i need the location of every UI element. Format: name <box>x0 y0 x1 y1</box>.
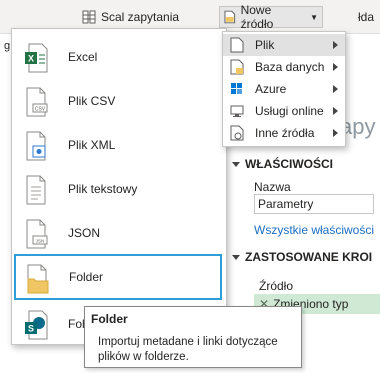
json-file-icon: JSN <box>26 219 48 249</box>
chevron-right-icon <box>333 85 338 93</box>
excel-icon: X <box>25 43 48 73</box>
file-icon <box>230 37 244 53</box>
query-name-input[interactable] <box>254 194 374 214</box>
database-icon <box>230 59 244 75</box>
submenu-item-database[interactable]: Baza danych <box>223 56 345 78</box>
step-label: Źródło <box>259 279 294 293</box>
chevron-right-icon <box>333 63 338 71</box>
xml-file-icon <box>26 131 46 161</box>
chevron-down-icon: ▼ <box>310 12 318 22</box>
svg-text:X: X <box>28 54 34 64</box>
properties-heading-label: WŁAŚCIWOŚCI <box>245 157 333 171</box>
menu-item-folder[interactable]: Folder <box>14 254 222 300</box>
menu-item-csv[interactable]: CSV Plik CSV <box>12 79 226 123</box>
ribbon-right-fragment: łda <box>358 10 375 24</box>
applied-step[interactable]: Źródło <box>254 276 380 296</box>
menu-item-label: Plik tekstowy <box>68 182 138 196</box>
menu-item-label: Fol <box>68 317 85 331</box>
submenu-item-azure[interactable]: Azure <box>223 78 345 100</box>
submenu-item-label: Baza danych <box>255 60 325 74</box>
csv-file-icon: CSV <box>26 87 48 117</box>
folder-icon <box>27 264 49 294</box>
submenu-item-online-services[interactable]: Usługi online <box>223 100 345 122</box>
azure-icon <box>231 83 242 94</box>
submenu-item-file[interactable]: Plik <box>223 34 345 56</box>
properties-heading[interactable]: WŁAŚCIWOŚCI <box>232 157 333 171</box>
tooltip-body: Importuj metadane i linki dotyczące plik… <box>98 336 278 363</box>
new-source-label: Nowe źródło <box>240 3 274 31</box>
chevron-right-icon <box>333 41 338 49</box>
collapse-triangle-icon <box>232 254 240 260</box>
merge-queries-button[interactable]: Scal zapytania <box>78 6 183 28</box>
applied-steps-heading-label: ZASTOSOWANE KROI <box>245 250 373 264</box>
merge-icon <box>82 10 96 24</box>
file-source-menu: X Excel CSV Plik CSV Plik XML Plik tekst… <box>11 28 227 345</box>
tooltip-title: Folder <box>91 312 128 326</box>
menu-item-label: Excel <box>68 50 98 64</box>
menu-item-label: Plik XML <box>68 138 116 152</box>
new-source-button[interactable]: Nowe źródło ▼ <box>219 3 323 31</box>
all-properties-link[interactable]: Wszystkie właściwości <box>254 223 374 237</box>
menu-item-xml[interactable]: Plik XML <box>12 123 226 167</box>
menu-item-label: JSON <box>68 226 101 240</box>
submenu-item-label: Inne źródła <box>255 126 315 140</box>
new-source-icon <box>224 10 236 24</box>
folder-tooltip: Folder Importuj metadane i linki dotyczą… <box>84 306 302 368</box>
submenu-item-label: Azure <box>255 82 287 96</box>
svg-text:JSN: JSN <box>36 239 45 244</box>
other-sources-icon <box>230 125 244 141</box>
online-services-icon <box>230 105 244 117</box>
menu-item-text-file[interactable]: Plik tekstowy <box>12 167 226 211</box>
chevron-right-icon <box>333 129 338 137</box>
name-label: Nazwa <box>254 180 291 194</box>
svg-text:S: S <box>28 324 34 334</box>
svg-text:CSV: CSV <box>35 107 46 113</box>
collapse-triangle-icon <box>232 161 240 167</box>
new-source-submenu: Plik Baza danych Azure Usługi online Inn… <box>222 31 346 147</box>
text-file-icon <box>26 175 46 205</box>
applied-steps-heading[interactable]: ZASTOSOWANE KROI <box>232 250 372 264</box>
menu-item-json[interactable]: JSN JSON <box>12 211 226 255</box>
merge-queries-label: Scal zapytania <box>101 10 180 24</box>
menu-item-label: Plik CSV <box>68 94 116 108</box>
submenu-item-label: Plik <box>255 38 275 52</box>
menu-item-excel[interactable]: X Excel <box>12 35 226 79</box>
menu-item-label: Folder <box>69 270 104 284</box>
submenu-item-other-sources[interactable]: Inne źródła <box>223 122 345 144</box>
submenu-item-label: Usługi online <box>255 104 324 118</box>
chevron-right-icon <box>333 107 338 115</box>
sharepoint-folder-icon: S <box>25 310 48 340</box>
